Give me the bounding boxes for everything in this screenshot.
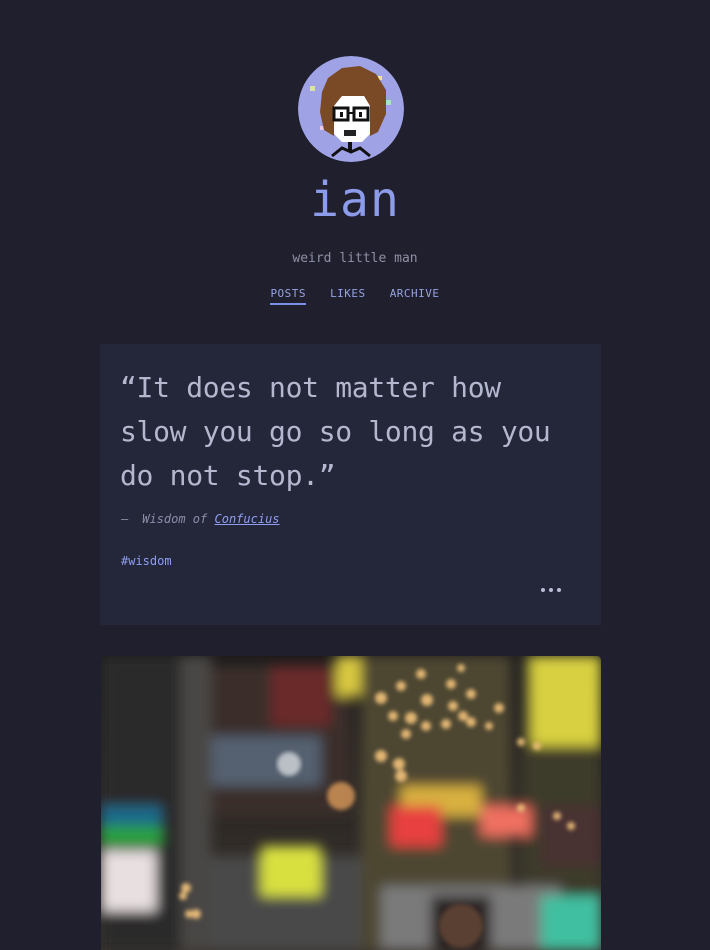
post-tag[interactable]: #wisdom bbox=[121, 554, 172, 568]
nav-posts[interactable]: POSTS bbox=[270, 287, 307, 305]
more-dots-icon[interactable] bbox=[541, 582, 561, 598]
blog-title[interactable]: ian bbox=[0, 172, 710, 228]
nav-archive[interactable]: ARCHIVE bbox=[390, 287, 440, 305]
blog-nav: POSTS LIKES ARCHIVE bbox=[0, 287, 710, 305]
quote-source-link[interactable]: Confucius bbox=[215, 512, 280, 526]
avatar[interactable] bbox=[298, 56, 404, 162]
city-night-bokeh-photo bbox=[101, 656, 601, 950]
quote-source: — Wisdom of Confucius bbox=[121, 512, 280, 526]
quote-text: “It does not matter how slow you go so l… bbox=[120, 371, 551, 492]
quote-dash: — bbox=[121, 512, 129, 526]
pixel-avatar-icon bbox=[298, 56, 404, 162]
quote-source-prefix: Wisdom of bbox=[142, 512, 208, 526]
photo-post[interactable] bbox=[101, 656, 601, 950]
blog-description: weird little man bbox=[292, 251, 418, 266]
nav-likes[interactable]: LIKES bbox=[330, 287, 366, 305]
quote-post: “It does not matter how slow you go so l… bbox=[100, 344, 601, 625]
